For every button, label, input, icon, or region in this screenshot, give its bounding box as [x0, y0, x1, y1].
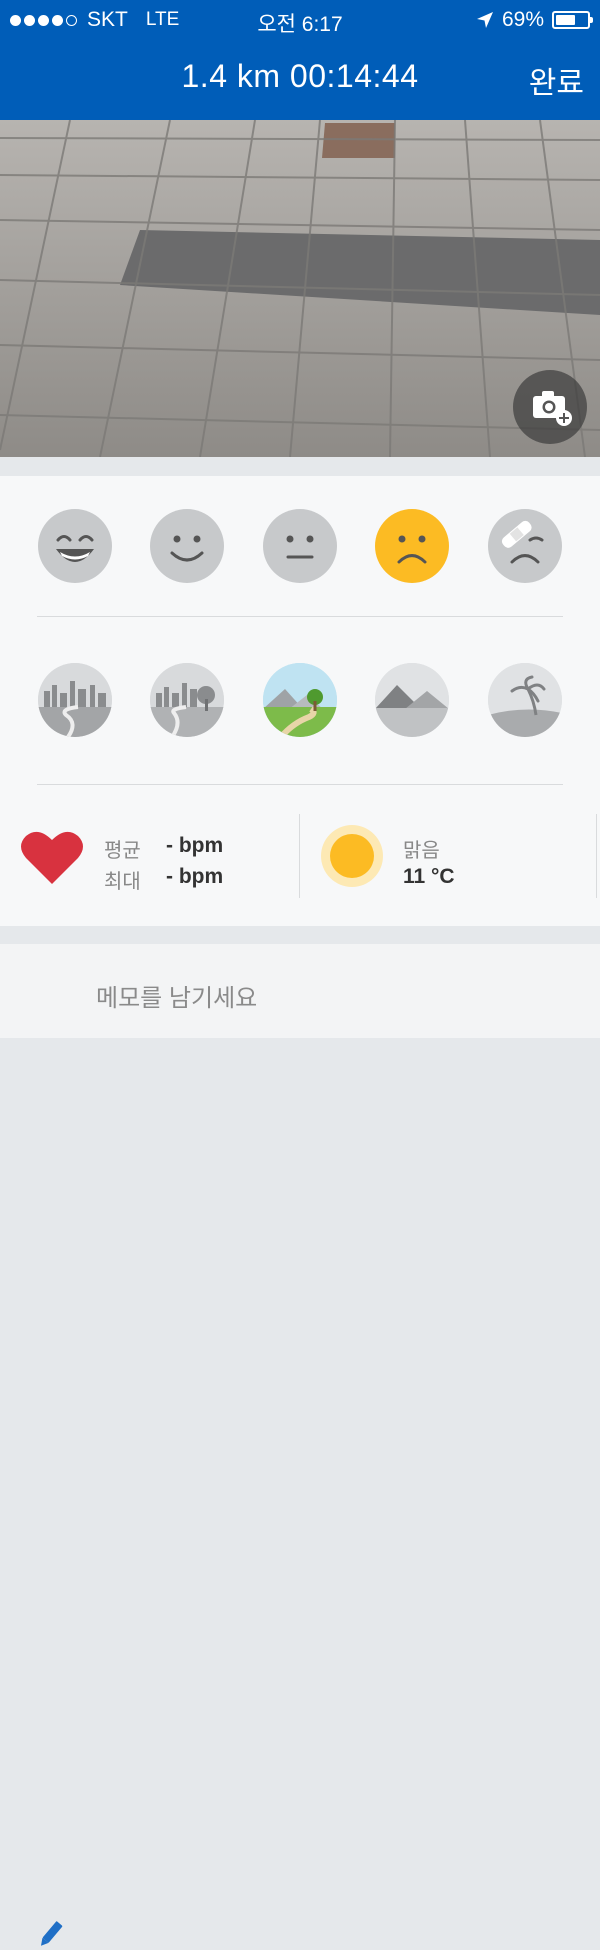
mood-good-icon[interactable] — [150, 509, 224, 583]
max-hr-value: - bpm — [166, 865, 224, 888]
mood-great-icon[interactable] — [38, 509, 112, 583]
memo-field[interactable]: 메모를 남기세요 — [0, 944, 600, 1946]
terrain-beach-icon[interactable] — [488, 663, 562, 737]
avg-hr-value: - bpm — [166, 834, 224, 857]
mood-neutral-icon[interactable] — [263, 509, 337, 583]
camera-add-icon — [533, 391, 572, 426]
terrain-trail-icon[interactable] — [263, 663, 337, 737]
pencil-icon — [41, 1921, 63, 1946]
done-button[interactable]: 완료 — [529, 58, 584, 102]
heart-icon — [21, 831, 83, 884]
weather-temperature: 11 °C — [403, 865, 455, 888]
mood-injured-icon[interactable] — [488, 509, 562, 583]
header-bar: SKT LTE 오전 6:17 69% 1.4 km 00:14:44 완료 — [0, 0, 600, 120]
add-photo-button[interactable] — [513, 370, 587, 444]
terrain-city-road-icon[interactable] — [38, 663, 112, 737]
vertical-divider — [299, 814, 300, 898]
status-bar: SKT LTE 오전 6:17 69% — [0, 0, 600, 40]
terrain-city-park-icon[interactable] — [150, 663, 224, 737]
run-photo — [0, 120, 600, 457]
mood-sad-icon[interactable] — [375, 509, 449, 583]
battery-icon — [552, 11, 593, 29]
max-hr-label: 최대 — [104, 871, 141, 893]
avg-hr-label: 평균 — [104, 840, 141, 862]
sun-icon — [321, 825, 383, 887]
pavement-photo — [0, 120, 600, 457]
battery-percent: 69% — [501, 8, 544, 31]
run-summary-title: 1.4 km 00:14:44 — [181, 58, 419, 94]
divider — [37, 784, 563, 785]
divider — [37, 616, 563, 617]
weather-condition: 맑음 — [403, 840, 440, 862]
run-details-panel: 평균 - bpm 최대 - bpm 맑음 11 °C — [0, 476, 600, 926]
memo-placeholder: 메모를 남기세요 — [96, 985, 258, 1012]
vertical-divider — [596, 814, 597, 898]
terrain-mountain-icon[interactable] — [375, 663, 449, 737]
location-arrow-icon — [476, 12, 493, 28]
